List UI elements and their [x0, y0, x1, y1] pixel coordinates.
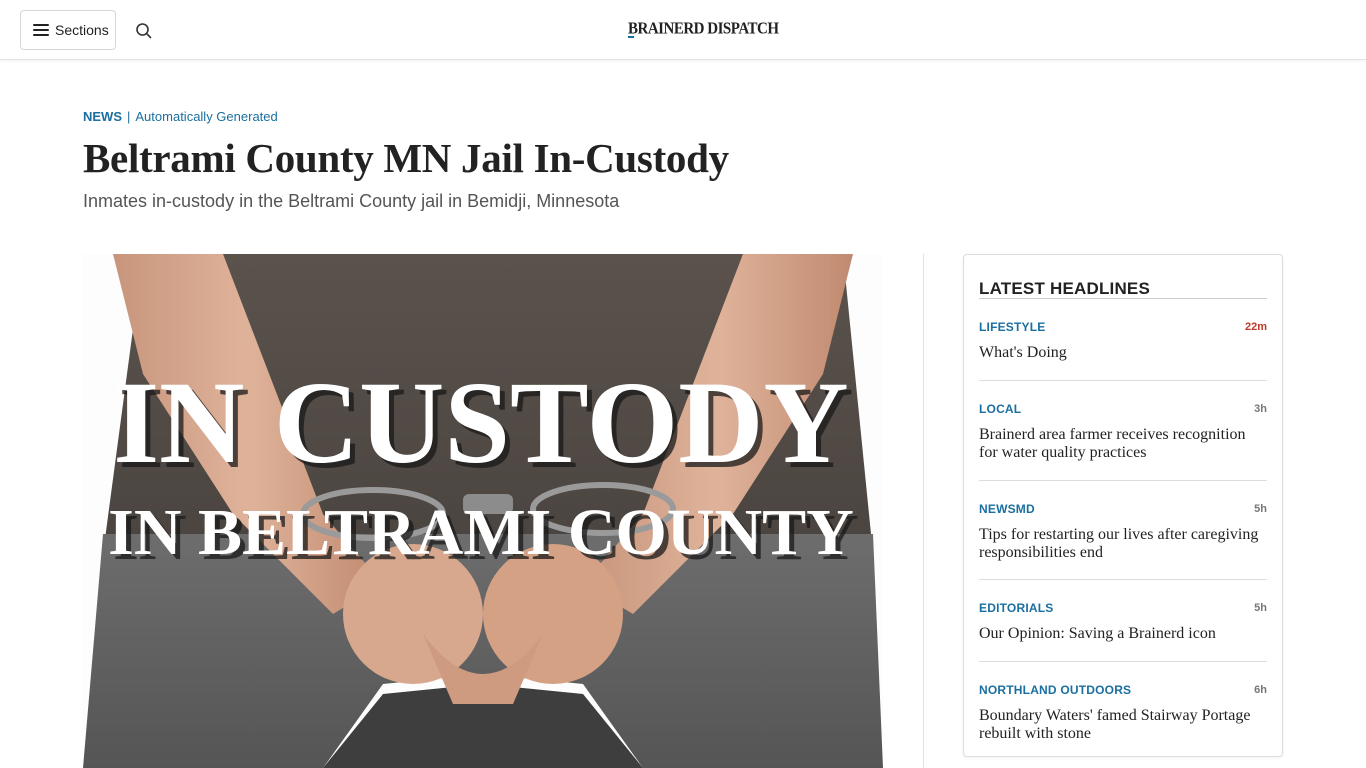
- headline-link[interactable]: What's Doing: [979, 344, 1267, 362]
- headline-category[interactable]: LOCAL: [979, 402, 1021, 416]
- headline-item[interactable]: EDITORIALS 5h Our Opinion: Saving a Brai…: [979, 580, 1267, 662]
- headline-item[interactable]: NEWSMD 5h Tips for restarting our lives …: [979, 481, 1267, 580]
- category-link[interactable]: NEWS: [83, 109, 122, 124]
- logo-text: BRAINERD DISPATCH: [628, 19, 779, 39]
- headline-time: 3h: [1254, 403, 1267, 415]
- site-header: Sections BRAINERD DISPATCH: [0, 0, 1366, 60]
- headline-time: 5h: [1254, 602, 1267, 614]
- tag-link[interactable]: Automatically Generated: [135, 109, 277, 124]
- latest-headlines-title: LATEST HEADLINES: [979, 279, 1267, 299]
- hamburger-icon: [33, 24, 49, 36]
- headline-category[interactable]: NORTHLAND OUTDOORS: [979, 683, 1131, 697]
- hero-image: IN CUSTODY IN BELTRAMI COUNTY IN CUSTODY…: [83, 254, 883, 768]
- headline-item[interactable]: LIFESTYLE 22m What's Doing: [979, 299, 1267, 381]
- page-subtitle: Inmates in-custody in the Beltrami Count…: [83, 191, 620, 211]
- headline-time: 6h: [1254, 684, 1267, 696]
- overlay-text-line1: IN CUSTODY: [113, 357, 848, 488]
- latest-headlines-panel: LATEST HEADLINES LIFESTYLE 22m What's Do…: [963, 254, 1283, 757]
- headline-time: 5h: [1254, 503, 1267, 515]
- headline-time: 22m: [1244, 321, 1267, 333]
- overlay-text-line2: IN BELTRAMI COUNTY: [108, 496, 854, 569]
- kicker-separator: |: [127, 109, 131, 124]
- column-divider: [923, 254, 924, 768]
- site-logo[interactable]: BRAINERD DISPATCH: [628, 20, 779, 40]
- article-kicker: NEWS | Automatically Generated: [83, 109, 278, 124]
- headline-item[interactable]: LOCAL 3h Brainerd area farmer receives r…: [979, 381, 1267, 481]
- logo-accent: [628, 36, 634, 38]
- sections-button[interactable]: Sections: [20, 10, 116, 50]
- headline-category[interactable]: LIFESTYLE: [979, 320, 1045, 334]
- hero-illustration: IN CUSTODY IN BELTRAMI COUNTY IN CUSTODY…: [83, 254, 883, 768]
- headline-category[interactable]: EDITORIALS: [979, 601, 1053, 615]
- headline-item[interactable]: NORTHLAND OUTDOORS 6h Boundary Waters' f…: [979, 662, 1267, 752]
- page-title: Beltrami County MN Jail In-Custody: [83, 135, 729, 181]
- headline-category[interactable]: NEWSMD: [979, 502, 1035, 516]
- search-icon[interactable]: [134, 21, 154, 41]
- headline-link[interactable]: Tips for restarting our lives after care…: [979, 526, 1267, 562]
- sections-label: Sections: [55, 22, 109, 38]
- headline-link[interactable]: Boundary Waters' famed Stairway Portage …: [979, 707, 1267, 743]
- headline-link[interactable]: Our Opinion: Saving a Brainerd icon: [979, 625, 1267, 643]
- headline-link[interactable]: Brainerd area farmer receives recognitio…: [979, 426, 1267, 462]
